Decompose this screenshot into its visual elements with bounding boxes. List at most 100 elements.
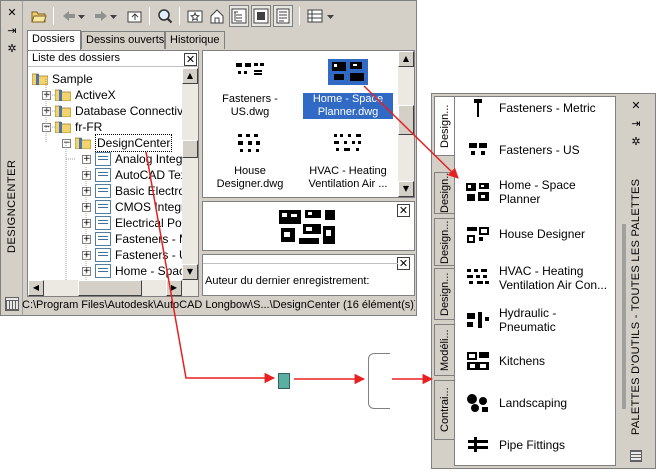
- open-icon[interactable]: [29, 5, 49, 27]
- tree-item[interactable]: + Home - Space: [82, 263, 192, 279]
- collapse-icon[interactable]: −: [62, 138, 71, 148]
- properties-icon[interactable]: ✲: [630, 136, 642, 148]
- properties-icon[interactable]: ✲: [6, 43, 18, 55]
- tree-item[interactable]: + CMOS Integrat: [82, 199, 195, 215]
- forward-dropdown-icon[interactable]: [109, 5, 119, 27]
- palette-item[interactable]: Home - Space Planner: [465, 177, 589, 207]
- palette-item[interactable]: Kitchens: [465, 346, 545, 376]
- expand-icon[interactable]: +: [42, 106, 51, 116]
- tab-dessins-ouverts[interactable]: Dessins ouverts: [81, 31, 165, 49]
- scroll-right-icon[interactable]: ▶: [166, 280, 182, 296]
- tree-item[interactable]: Sample: [31, 71, 93, 87]
- status-path: C:\Program Files\Autodesk\AutoCAD Longbo…: [22, 299, 415, 311]
- hscroll-thumb[interactable]: [78, 280, 142, 296]
- tab-dossiers[interactable]: Dossiers: [27, 30, 81, 50]
- back-dropdown-icon[interactable]: [77, 5, 87, 27]
- palette-tab-constraints[interactable]: Contrai...: [434, 380, 455, 440]
- palette-grip-icon[interactable]: [630, 450, 642, 462]
- palette-item[interactable]: Pipe Fittings: [465, 430, 565, 460]
- scroll-thumb[interactable]: [398, 105, 414, 135]
- tree-item[interactable]: − fr-FR: [42, 119, 102, 135]
- home-icon[interactable]: [207, 5, 227, 27]
- scroll-up-icon[interactable]: ▲: [398, 51, 414, 67]
- palettes-titlebar[interactable]: ✕ ⇥ ✲ PALETTES D'OUTILS - TOUTES LES PAL…: [618, 94, 655, 468]
- scroll-up-icon[interactable]: ▲: [182, 68, 198, 84]
- scroll-thumb[interactable]: [182, 140, 198, 158]
- tree-item[interactable]: + Database Connectivity: [42, 103, 195, 119]
- palette-item[interactable]: Fasteners - Metric: [465, 97, 596, 123]
- expand-icon[interactable]: +: [82, 154, 91, 164]
- description-close-icon[interactable]: ✕: [397, 257, 410, 270]
- expand-icon[interactable]: +: [82, 266, 91, 276]
- tree-item[interactable]: + Basic Electroni: [82, 183, 194, 199]
- palette-item[interactable]: Hydraulic - Pneumatic: [465, 305, 579, 335]
- designcenter-toolbar: [25, 5, 415, 29]
- folder-tree[interactable]: Liste des dossiers ✕ Sample + ActiveX + Data…: [27, 50, 199, 297]
- tree-item[interactable]: + Analog Integrat: [82, 151, 196, 167]
- status-grip-icon: [5, 300, 19, 311]
- tree-item-label: Database Connectivity: [75, 104, 196, 118]
- tree-item[interactable]: + ActiveX: [42, 87, 116, 103]
- up-icon[interactable]: [125, 5, 145, 27]
- tree-horizontal-scrollbar[interactable]: ◀ ▶: [28, 280, 198, 296]
- palette-item[interactable]: House Designer: [465, 219, 585, 249]
- tree-vertical-scrollbar[interactable]: ▲ ▼: [182, 68, 198, 280]
- description-icon[interactable]: [273, 5, 293, 27]
- open-folder-icon: [31, 73, 49, 86]
- scroll-left-icon[interactable]: ◀: [28, 280, 44, 296]
- preview-icon[interactable]: [251, 5, 271, 27]
- palette-tab-design[interactable]: Design...: [434, 218, 455, 266]
- tree-item[interactable]: + AutoCAD Texts: [82, 167, 196, 183]
- folder-icon: [54, 121, 72, 134]
- tree-header: Liste des dossiers: [28, 51, 198, 67]
- autohide-icon[interactable]: ⇥: [6, 25, 18, 37]
- tree-item[interactable]: + Electrical Powe: [82, 215, 197, 231]
- tree-item[interactable]: − DesignCenter: [62, 134, 173, 152]
- favorites-icon[interactable]: [185, 5, 205, 27]
- palette-item[interactable]: Fasteners - US: [465, 135, 580, 165]
- content-area[interactable]: Fasteners - US.dwg Home - Space Planner.…: [202, 50, 415, 198]
- expand-icon[interactable]: +: [82, 186, 91, 196]
- content-item[interactable]: House Designer.dwg: [205, 131, 295, 191]
- pipe-fitting-icon: [465, 434, 491, 456]
- tab-historique[interactable]: Historique: [165, 31, 225, 49]
- folder-icon: [54, 105, 72, 118]
- designcenter-titlebar[interactable]: ✕ ⇥ ✲ DESIGNCENTER: [1, 1, 23, 315]
- expand-icon[interactable]: +: [82, 234, 91, 244]
- close-icon[interactable]: ✕: [6, 7, 18, 19]
- views-icon[interactable]: [305, 5, 325, 27]
- tree-close-icon[interactable]: ✕: [184, 53, 197, 66]
- palette-tab-modeling[interactable]: Modéli...: [434, 324, 455, 376]
- autohide-icon[interactable]: ⇥: [630, 118, 642, 130]
- tree-item[interactable]: + Fasteners - US: [82, 247, 196, 263]
- views-dropdown-icon[interactable]: [325, 5, 337, 27]
- expand-icon[interactable]: +: [82, 202, 91, 212]
- expand-icon[interactable]: +: [82, 170, 91, 180]
- content-item-selected[interactable]: Home - Space Planner.dwg: [303, 59, 393, 119]
- content-scrollbar[interactable]: ▲ ▼: [398, 51, 414, 197]
- preview-close-icon[interactable]: ✕: [397, 204, 410, 217]
- drawing-file-icon: [95, 184, 111, 198]
- palette-item[interactable]: HVAC - Heating Ventilation Air Con...: [465, 263, 615, 293]
- back-icon[interactable]: [59, 5, 79, 27]
- palette-tab-design[interactable]: Design...: [434, 268, 455, 320]
- palette-tool-list[interactable]: Fasteners - Metric Fasteners - US Home -…: [454, 96, 616, 466]
- close-icon[interactable]: ✕: [630, 100, 642, 112]
- tree-toggle-icon[interactable]: [229, 5, 249, 27]
- drawing-thumbnail-icon: [328, 131, 368, 157]
- expand-icon[interactable]: +: [82, 218, 91, 228]
- palette-tab-design[interactable]: Design...: [434, 172, 455, 214]
- search-icon[interactable]: [155, 5, 175, 27]
- designcenter-window: ✕ ⇥ ✲ DESIGNCENTER Dossiers Dessins ouve…: [0, 0, 417, 316]
- collapse-icon[interactable]: −: [42, 122, 51, 132]
- expand-icon[interactable]: +: [82, 250, 91, 260]
- scroll-down-icon[interactable]: ▼: [398, 181, 414, 197]
- palette-tab-design[interactable]: Design...: [434, 96, 456, 156]
- content-item[interactable]: Fasteners - US.dwg: [205, 59, 295, 119]
- palette-item[interactable]: Landscaping: [465, 388, 567, 418]
- content-item[interactable]: HVAC - Heating Ventilation Air ...: [303, 131, 393, 191]
- expand-icon[interactable]: +: [42, 90, 51, 100]
- scroll-down-icon[interactable]: ▼: [182, 264, 198, 280]
- content-item-caption: House Designer.dwg: [216, 165, 284, 190]
- forward-icon[interactable]: [91, 5, 111, 27]
